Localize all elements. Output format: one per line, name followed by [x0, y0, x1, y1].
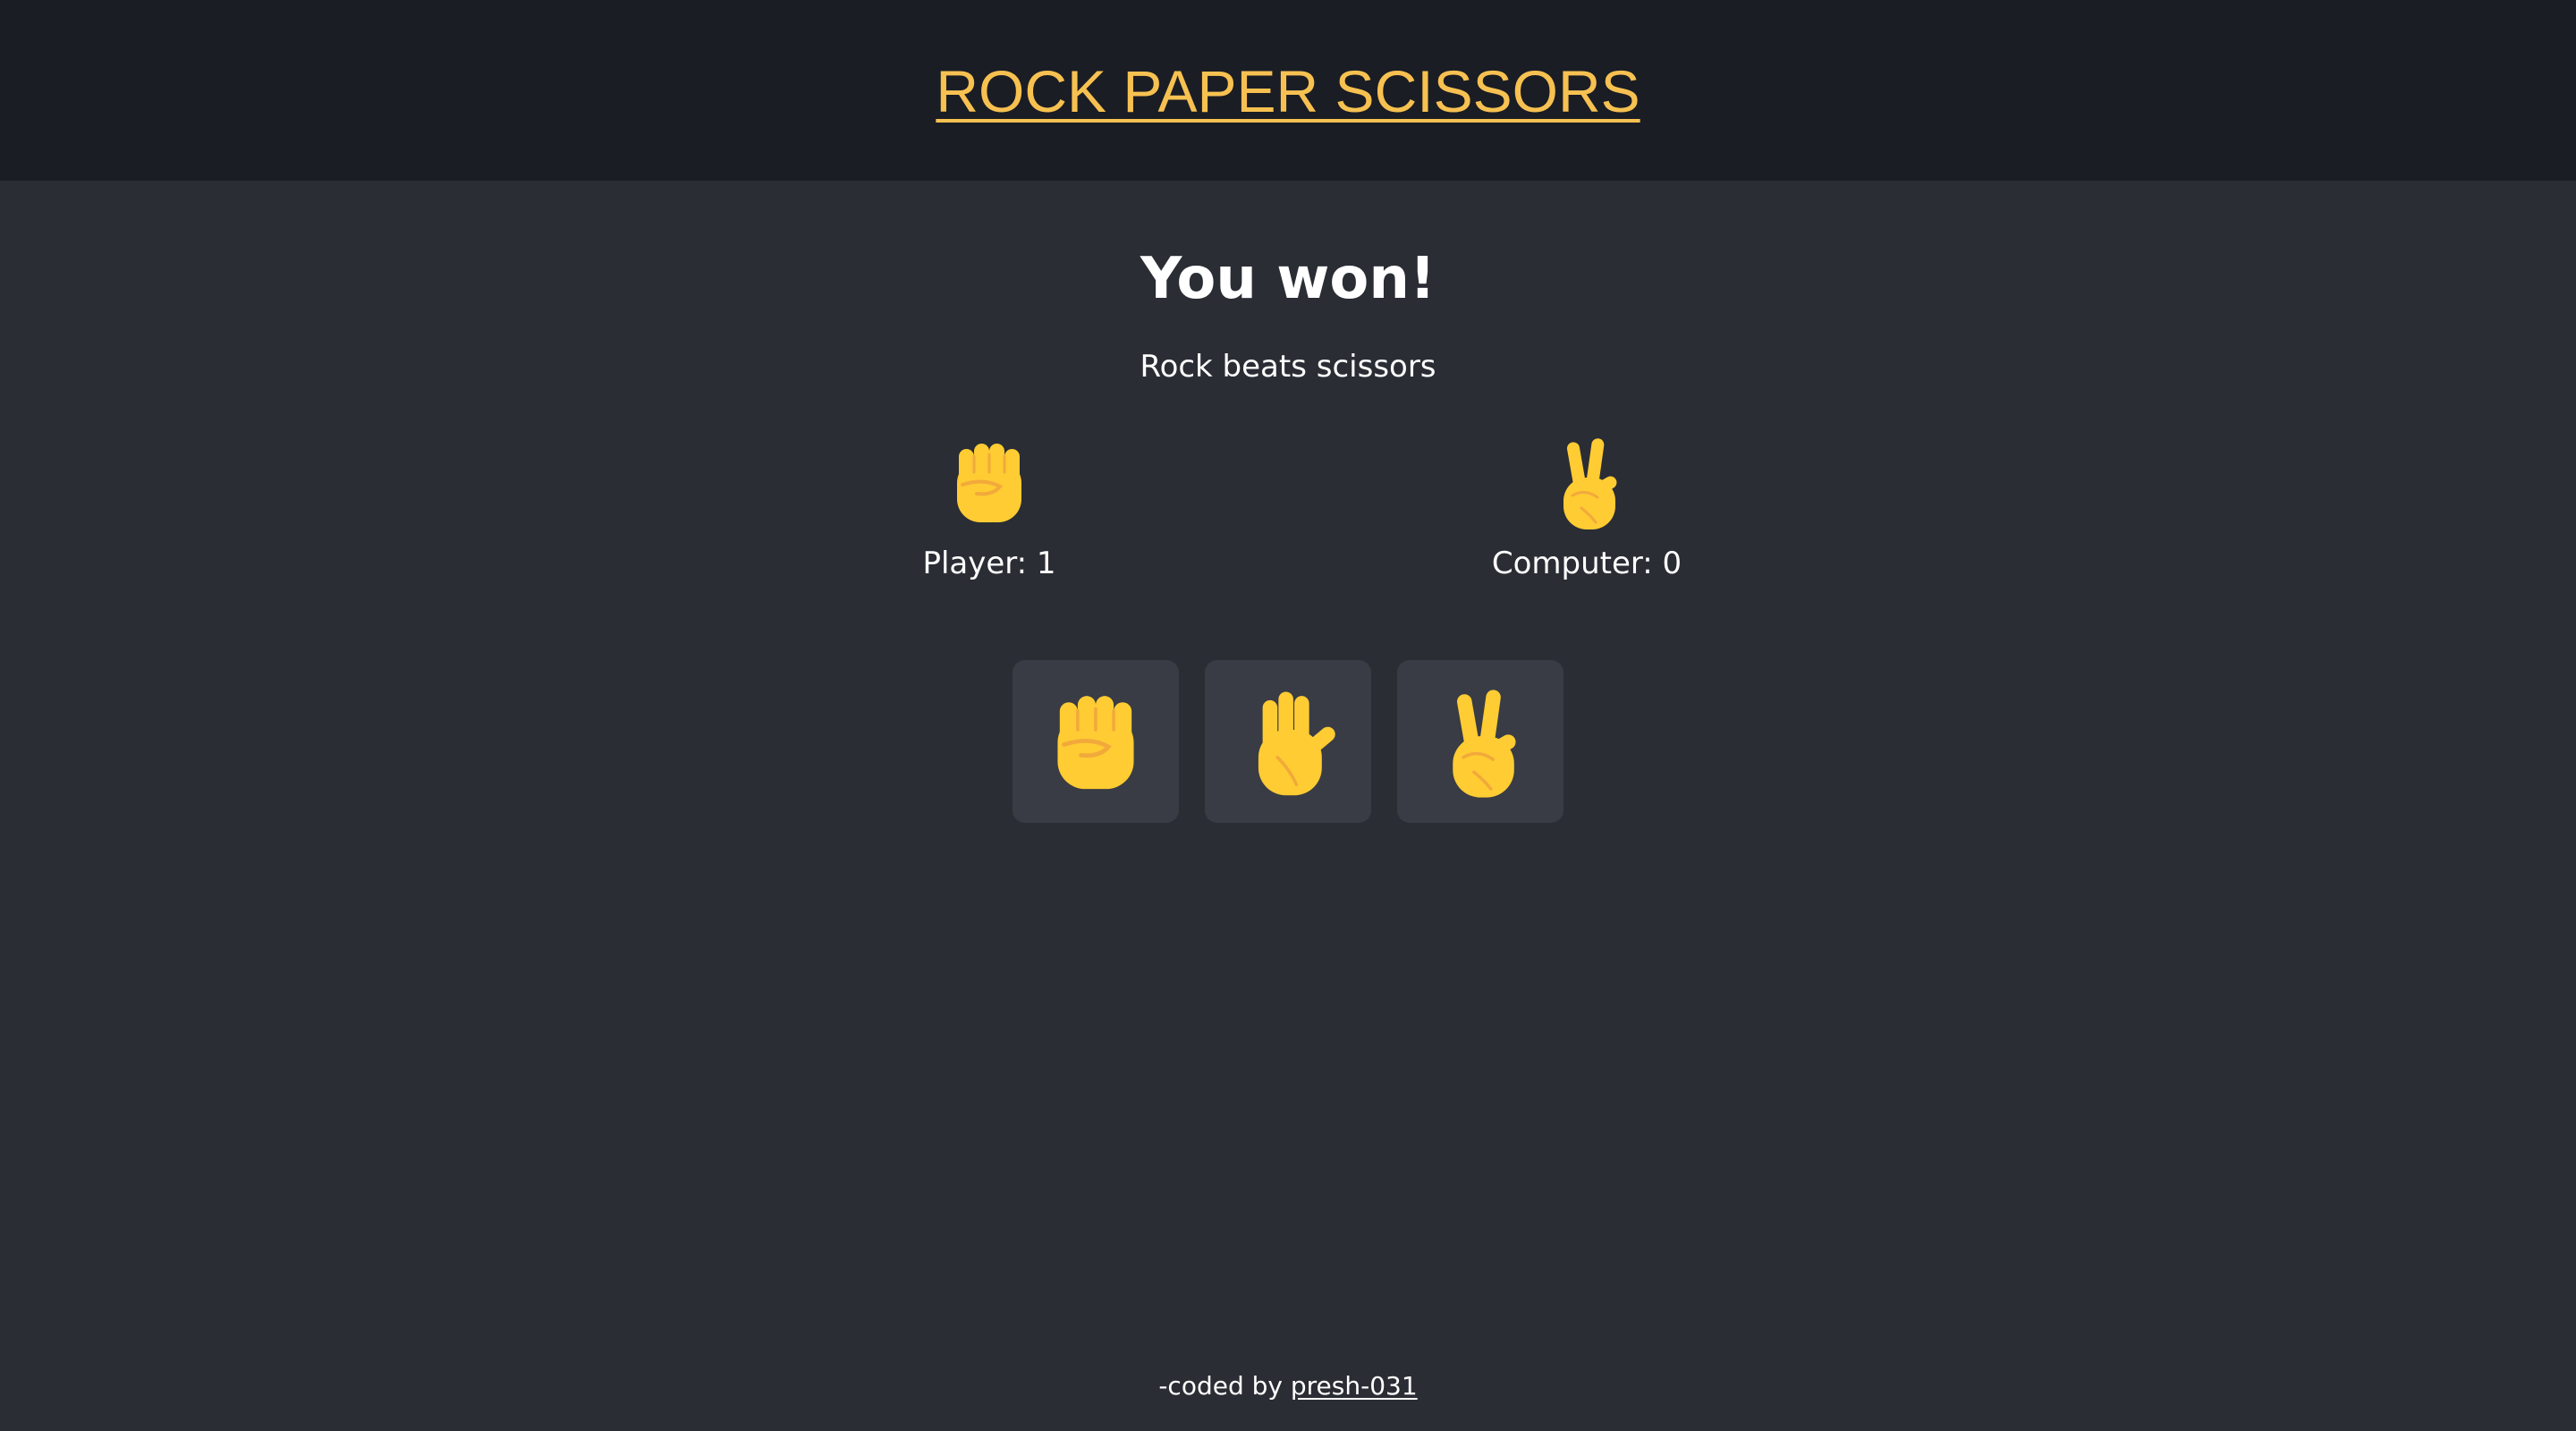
scissors-victory-hand-icon: [1451, 687, 1521, 800]
footer: -coded by presh-031: [0, 1368, 2576, 1404]
computer-panel: Computer: 0: [1426, 428, 1748, 583]
rock-button[interactable]: [1013, 660, 1179, 823]
scissors-button[interactable]: [1397, 660, 1563, 823]
page-title[interactable]: ROCK PAPER SCISSORS: [0, 55, 2576, 127]
paper-button[interactable]: [1205, 660, 1371, 823]
paper-hand-icon: [1257, 690, 1340, 798]
scissors-victory-hand-icon: [1426, 428, 1748, 535]
choice-buttons: [1013, 660, 1563, 823]
computer-score: Computer: 0: [1491, 546, 1682, 581]
rock-fist-icon: [1042, 683, 1149, 800]
footer-prefix: -coded by: [1158, 1371, 1283, 1401]
rock-fist-icon: [828, 428, 1150, 535]
player-score: Player: 1: [922, 546, 1056, 581]
author-link[interactable]: presh-031: [1291, 1371, 1418, 1401]
app-header: ROCK PAPER SCISSORS: [0, 0, 2576, 181]
result-detail: Rock beats scissors: [1140, 349, 1436, 385]
player-panel: Player: 1: [828, 428, 1150, 583]
result-heading: You won!: [1140, 246, 1436, 312]
